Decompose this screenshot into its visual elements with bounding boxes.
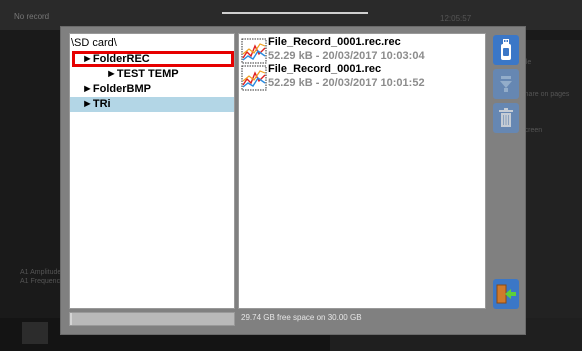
file-name: File_Record_0001.rec xyxy=(268,63,382,75)
folder-tree[interactable]: \SD card\ ►FolderREC ►TEST TEMP ►FolderB… xyxy=(69,33,235,309)
exit-button[interactable] xyxy=(493,279,519,309)
usb-button[interactable] xyxy=(493,35,519,65)
file-meta: 52.29 kB - 20/03/2017 10:03:04 xyxy=(268,50,425,62)
tree-item-tri[interactable]: ►TRi xyxy=(70,97,234,112)
background-status-text: No record xyxy=(14,12,50,21)
tree-item-test-temp[interactable]: ►TEST TEMP xyxy=(70,67,234,82)
background-clock: 12:05:57 xyxy=(440,14,472,23)
chart-file-icon xyxy=(241,38,267,64)
file-list[interactable]: File_Record_0001.rec.rec 52.29 kB - 20/0… xyxy=(238,33,486,309)
background-button-share: Share on pages xyxy=(520,91,570,98)
file-meta: 52.29 kB - 20/03/2017 10:01:52 xyxy=(268,77,425,89)
background-button-file: File xyxy=(520,58,578,67)
file-name: File_Record_0001.rec.rec xyxy=(268,36,401,48)
chart-file-icon xyxy=(241,65,267,91)
free-space-text: 29.74 GB free space on 30.00 GB xyxy=(241,313,362,322)
storage-progress-fill xyxy=(70,313,72,325)
file-manager-dialog: \SD card\ ►FolderREC ►TEST TEMP ►FolderB… xyxy=(60,26,526,335)
usb-drive-icon xyxy=(501,39,511,60)
storage-progress-bar xyxy=(69,312,235,326)
selection-highlight-box xyxy=(72,51,234,67)
export-arrow-icon xyxy=(500,76,512,92)
background-button-screen: Screen xyxy=(520,127,543,134)
delete-button[interactable] xyxy=(493,103,519,133)
background-label-amplitude: A1 Amplitude xyxy=(20,269,62,276)
export-button[interactable] xyxy=(493,69,519,99)
exit-door-icon xyxy=(496,284,516,304)
tree-item-folderbmp[interactable]: ►FolderBMP xyxy=(70,82,234,97)
trash-icon xyxy=(499,108,513,127)
background-divider xyxy=(222,12,368,14)
background-bottom-button xyxy=(22,322,48,344)
tree-root[interactable]: \SD card\ xyxy=(70,36,234,51)
storage-status: 29.74 GB free space on 30.00 GB xyxy=(69,311,519,329)
background-label-frequency: A1 Frequency xyxy=(20,278,64,285)
file-row[interactable]: File_Record_0001.rec 52.29 kB - 20/03/20… xyxy=(241,63,485,95)
